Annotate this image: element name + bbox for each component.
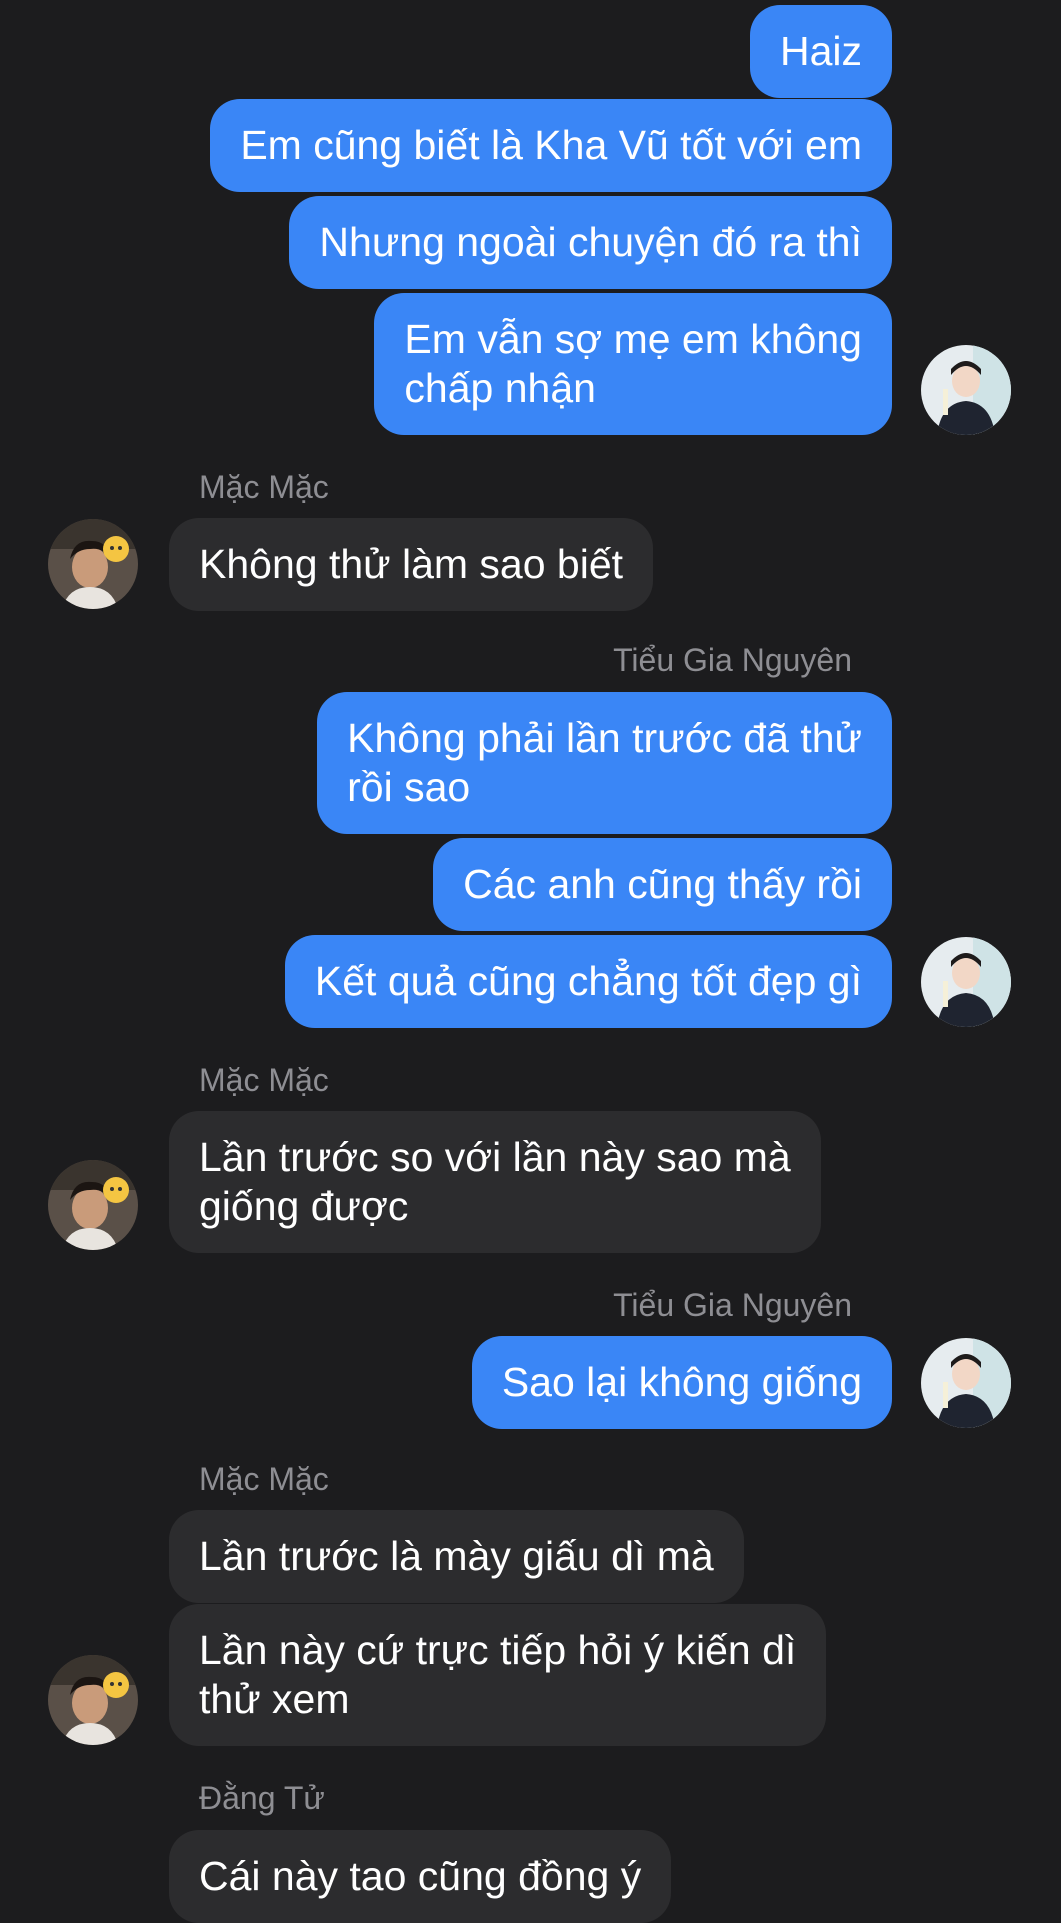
avatar-photo-icon — [921, 345, 1011, 435]
avatar-mac-mac[interactable] — [48, 1160, 138, 1250]
message-bubble-outgoing[interactable]: Các anh cũng thấy rồi — [433, 838, 892, 931]
sender-name: Mặc Mặc — [199, 469, 329, 505]
message-bubble-incoming[interactable]: Lần trước so với lần này sao mà giống đư… — [169, 1111, 821, 1253]
message-bubble-outgoing[interactable]: Kết quả cũng chẳng tốt đẹp gì — [284, 935, 892, 1028]
avatar-tieu-gia-nguyen[interactable] — [921, 1338, 1011, 1428]
sender-name: Tiểu Gia Nguyên — [613, 1287, 852, 1323]
message-text-line: rồi sao — [347, 764, 471, 810]
message-bubble-incoming[interactable]: Lần trước là mày giấu dì mà — [169, 1510, 744, 1603]
avatar-photo-icon — [48, 519, 138, 609]
avatar-photo-icon — [921, 1338, 1011, 1428]
message-text: Sao lại không giống — [501, 1359, 862, 1405]
message-text: Em cũng biết là Kha Vũ tốt với em — [240, 122, 862, 168]
message-text-line: Em vẫn sợ mẹ em không — [404, 316, 862, 362]
avatar-photo-icon — [48, 1655, 138, 1745]
message-text: Kết quả cũng chẳng tốt đẹp gì — [314, 958, 862, 1004]
message-text-line: Lần trước so với lần này sao mà — [199, 1134, 791, 1180]
message-bubble-incoming[interactable]: Lần này cứ trực tiếp hỏi ý kiến dì thử x… — [169, 1604, 827, 1746]
message-text: Lần trước là mày giấu dì mà — [199, 1533, 714, 1579]
message-text: Không thử làm sao biết — [199, 541, 624, 587]
avatar-tieu-gia-nguyen[interactable] — [921, 345, 1011, 435]
message-text-line: giống được — [199, 1183, 409, 1229]
message-bubble-incoming[interactable]: Không thử làm sao biết — [169, 518, 654, 611]
message-bubble-outgoing[interactable]: Em vẫn sợ mẹ em không chấp nhận — [374, 293, 892, 435]
message-bubble-outgoing[interactable]: Sao lại không giống — [471, 1336, 892, 1429]
message-text-line: thử xem — [199, 1676, 350, 1722]
sender-name: Mặc Mặc — [199, 1461, 329, 1497]
message-text: Nhưng ngoài chuyện đó ra thì — [319, 219, 862, 265]
avatar-tieu-gia-nguyen[interactable] — [921, 937, 1011, 1027]
message-text: Các anh cũng thấy rồi — [463, 861, 862, 907]
message-text: Haiz — [779, 28, 862, 74]
message-bubble-outgoing[interactable]: Haiz — [749, 5, 892, 98]
avatar-mac-mac[interactable] — [48, 519, 138, 609]
avatar-mac-mac[interactable] — [48, 1655, 138, 1745]
sender-name: Tiểu Gia Nguyên — [613, 642, 852, 678]
message-bubble-outgoing[interactable]: Nhưng ngoài chuyện đó ra thì — [289, 196, 892, 289]
message-bubble-outgoing[interactable]: Không phải lần trước đã thử rồi sao — [317, 692, 892, 834]
message-bubble-outgoing[interactable]: Em cũng biết là Kha Vũ tốt với em — [210, 99, 892, 192]
message-text-line: chấp nhận — [404, 365, 596, 411]
sender-name: Mặc Mặc — [199, 1062, 329, 1098]
message-text-line: Lần này cứ trực tiếp hỏi ý kiến dì — [199, 1627, 797, 1673]
avatar-photo-icon — [921, 937, 1011, 1027]
message-text-line: Không phải lần trước đã thử — [347, 715, 862, 761]
message-bubble-incoming[interactable]: Cái này tao cũng đồng ý — [169, 1830, 672, 1923]
message-text: Cái này tao cũng đồng ý — [199, 1853, 642, 1899]
avatar-photo-icon — [48, 1160, 138, 1250]
sender-name: Đằng Tử — [199, 1780, 325, 1816]
